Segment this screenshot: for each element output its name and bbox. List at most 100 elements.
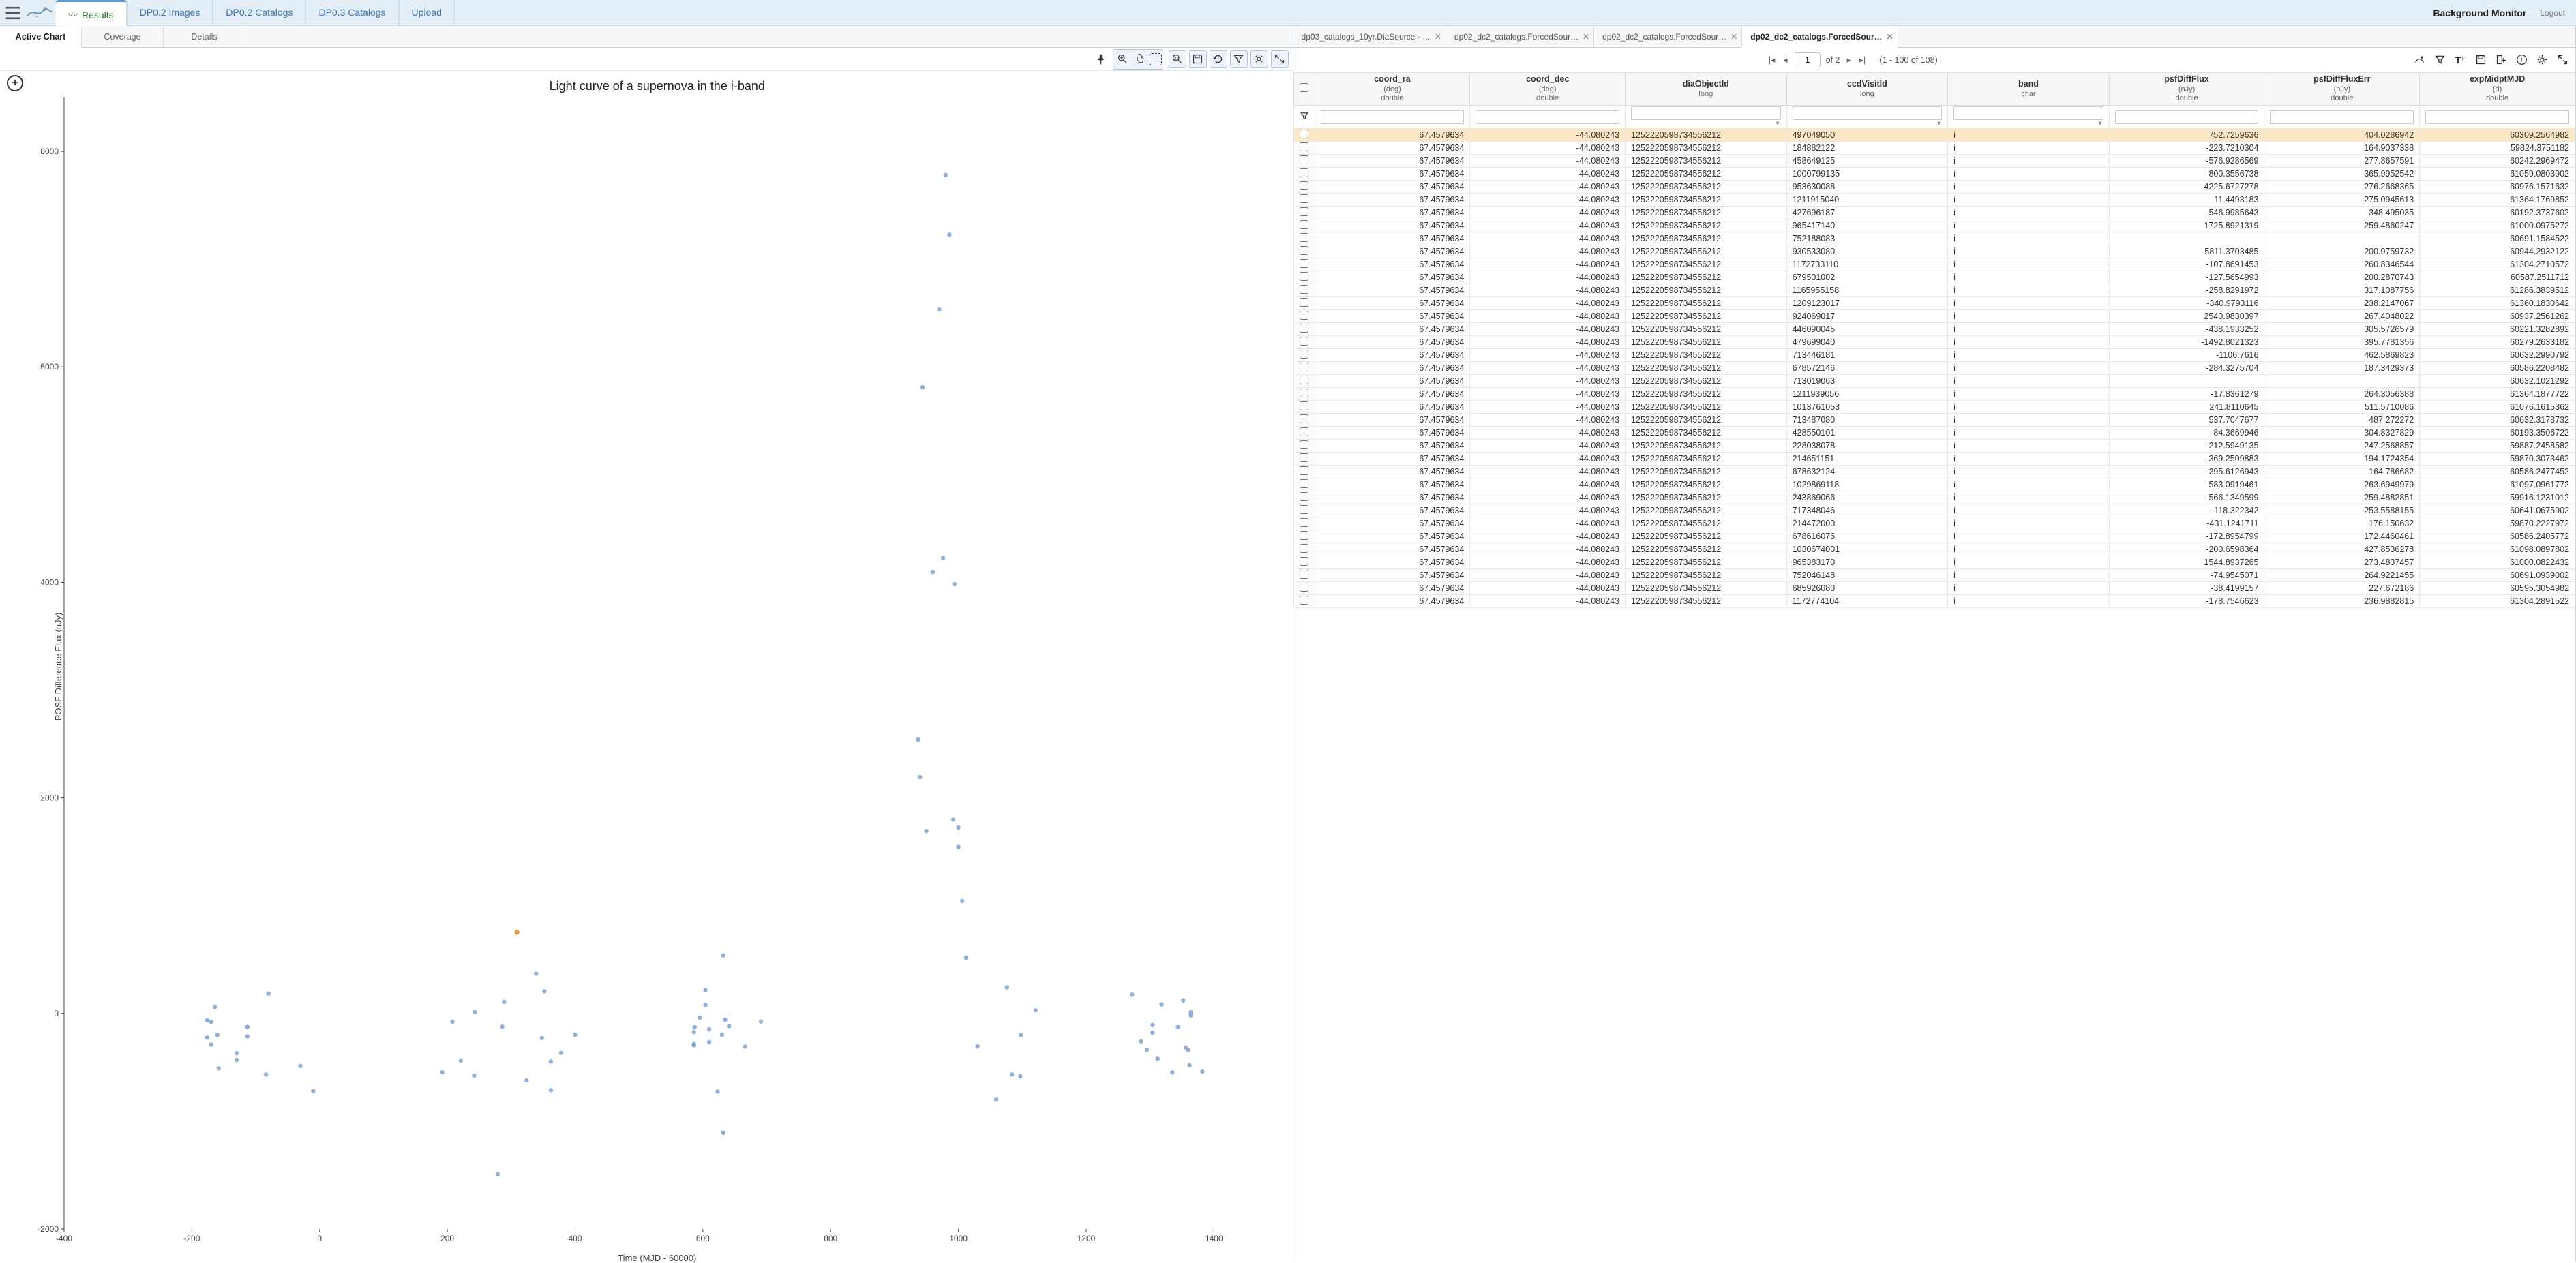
row-checkbox[interactable] [1293,401,1315,414]
col-header-psfDiffFlux[interactable]: psfDiffFlux(nJy)double [2109,73,2264,106]
hamburger-icon[interactable] [4,4,22,22]
col-header-psfDiffFluxErr[interactable]: psfDiffFluxErr(nJy)double [2264,73,2420,106]
expand-icon[interactable] [1271,50,1289,68]
filter-input-coord_dec[interactable] [1476,110,1619,124]
table-tab[interactable]: dp02_dc2_catalogs.ForcedSour…✕ [1446,26,1594,48]
row-checkbox[interactable] [1293,569,1315,582]
close-icon[interactable]: ✕ [1435,26,1441,48]
row-checkbox[interactable] [1293,453,1315,466]
row-checkbox[interactable] [1293,219,1315,232]
first-page-icon[interactable]: |◂ [1767,55,1777,65]
table-row[interactable]: 67.4579634-44.08024312522205987345562121… [1293,297,2575,310]
info-icon[interactable]: i [2513,51,2530,69]
save-icon[interactable] [2472,51,2489,69]
col-header-expMidptMJD[interactable]: expMidptMJD(d)double [2420,73,2575,106]
table-row[interactable]: 67.4579634-44.08024312522205987345562124… [1293,427,2575,440]
table-row[interactable]: 67.4579634-44.08024312522205987345562124… [1293,207,2575,219]
table-row[interactable]: 67.4579634-44.08024312522205987345562126… [1293,530,2575,543]
subtab-details[interactable]: Details [164,27,245,47]
select-all-header[interactable] [1293,73,1315,106]
filter-cell-band[interactable]: ▾ [1948,106,2110,129]
text-options-icon[interactable]: TT [2451,51,2469,69]
row-checkbox[interactable] [1293,504,1315,517]
table-row[interactable]: 67.4579634-44.08024312522205987345562124… [1293,336,2575,349]
last-page-icon[interactable]: ▸| [1858,55,1868,65]
row-checkbox[interactable] [1293,491,1315,504]
row-checkbox[interactable] [1293,207,1315,219]
filter-input-diaObjectId[interactable] [1631,106,1781,120]
top-tab-dp0-2-catalogs[interactable]: DP0.2 Catalogs [213,0,305,25]
top-tab-results[interactable]: 〰Results [56,0,127,26]
table-row[interactable]: 67.4579634-44.08024312522205987345562122… [1293,453,2575,466]
row-checkbox[interactable] [1293,349,1315,362]
top-tab-dp0-2-images[interactable]: DP0.2 Images [127,0,213,25]
table-row[interactable]: 67.4579634-44.08024312522205987345562127… [1293,349,2575,362]
table-row[interactable]: 67.4579634-44.08024312522205987345562127… [1293,569,2575,582]
row-checkbox[interactable] [1293,427,1315,440]
row-checkbox[interactable] [1293,168,1315,181]
col-header-coord_dec[interactable]: coord_dec(deg)double [1470,73,1626,106]
reset-zoom-icon[interactable]: 1x [1169,50,1186,68]
add-column-icon[interactable] [2492,51,2510,69]
col-header-band[interactable]: bandchar [1948,73,2110,106]
table-row[interactable]: 67.4579634-44.08024312522205987345562121… [1293,401,2575,414]
row-checkbox[interactable] [1293,388,1315,401]
col-header-diaObjectId[interactable]: diaObjectIdlong [1626,73,1787,106]
row-checkbox[interactable] [1293,323,1315,336]
box-select-icon[interactable] [1150,53,1162,65]
table-row[interactable]: 67.4579634-44.08024312522205987345562127… [1293,375,2575,388]
filter-input-psfDiffFluxErr[interactable] [2270,110,2414,124]
gear-icon[interactable] [2533,51,2551,69]
top-tab-upload[interactable]: Upload [399,0,455,25]
filter-cell-ccdVisitId[interactable]: ▾ [1786,106,1948,129]
page-input[interactable] [1795,52,1821,67]
filter-cell-diaObjectId[interactable]: ▾ [1626,106,1787,129]
table-row[interactable]: 67.4579634-44.08024312522205987345562127… [1293,504,2575,517]
table-row[interactable]: 67.4579634-44.08024312522205987345562127… [1293,232,2575,245]
table-tab[interactable]: dp02_dc2_catalogs.ForcedSour…✕ [1594,26,1742,48]
table-action-icon[interactable] [2410,51,2428,69]
row-checkbox[interactable] [1293,245,1315,258]
table-scroll[interactable]: coord_ra(deg)doublecoord_dec(deg)doubled… [1293,72,2575,1262]
table-row[interactable]: 67.4579634-44.08024312522205987345562121… [1293,478,2575,491]
row-checkbox[interactable] [1293,232,1315,245]
filter-icon[interactable] [1230,50,1248,68]
row-checkbox[interactable] [1293,582,1315,595]
table-row[interactable]: 67.4579634-44.08024312522205987345562122… [1293,491,2575,504]
row-checkbox[interactable] [1293,258,1315,271]
save-image-icon[interactable] [1189,50,1207,68]
table-row[interactable]: 67.4579634-44.08024312522205987345562121… [1293,543,2575,556]
table-row[interactable]: 67.4579634-44.08024312522205987345562121… [1293,194,2575,207]
table-row[interactable]: 67.4579634-44.08024312522205987345562124… [1293,129,2575,142]
row-checkbox[interactable] [1293,181,1315,194]
zoom-in-icon[interactable] [1114,50,1132,68]
chevron-down-icon[interactable]: ▾ [2099,120,2103,127]
table-row[interactable]: 67.4579634-44.08024312522205987345562129… [1293,219,2575,232]
table-row[interactable]: 67.4579634-44.08024312522205987345562129… [1293,310,2575,323]
row-checkbox[interactable] [1293,271,1315,284]
row-checkbox[interactable] [1293,466,1315,478]
row-checkbox[interactable] [1293,155,1315,168]
row-checkbox[interactable] [1293,310,1315,323]
row-checkbox[interactable] [1293,375,1315,388]
close-icon[interactable]: ✕ [1583,26,1589,48]
pin-icon[interactable] [1092,50,1110,68]
col-header-coord_ra[interactable]: coord_ra(deg)double [1315,73,1470,106]
close-icon[interactable]: ✕ [1887,26,1893,48]
filter-icon[interactable] [2431,51,2448,69]
filter-input-band[interactable] [1953,106,2103,120]
top-tab-dp0-3-catalogs[interactable]: DP0.3 Catalogs [305,0,398,25]
chart-canvas[interactable]: -400-2000200400600800100012001400-200002… [30,93,1285,1253]
table-tab[interactable]: dp03_catalogs_10yr.DiaSource - …✕ [1293,26,1446,48]
table-row[interactable]: 67.4579634-44.08024312522205987345562124… [1293,155,2575,168]
row-checkbox[interactable] [1293,517,1315,530]
subtab-active-chart[interactable]: Active Chart [0,27,82,48]
refresh-icon[interactable] [1210,50,1227,68]
pan-icon[interactable] [1132,50,1150,68]
chevron-down-icon[interactable]: ▾ [1937,120,1942,127]
row-checkbox[interactable] [1293,284,1315,297]
filter-input-psfDiffFlux[interactable] [2115,110,2259,124]
logout-link[interactable]: Logout [2540,8,2565,18]
background-monitor-link[interactable]: Background Monitor [2433,7,2526,18]
row-checkbox[interactable] [1293,336,1315,349]
